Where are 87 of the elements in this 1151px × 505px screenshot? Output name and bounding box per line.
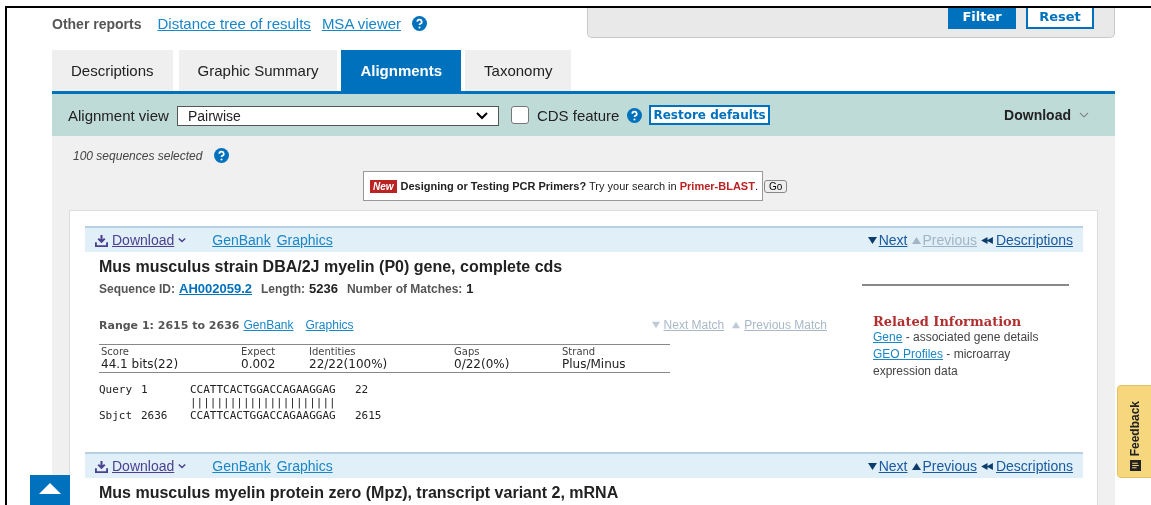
sequence-position: 22 — [355, 383, 369, 396]
stat-value: 0/22(0%) — [454, 357, 511, 371]
tab[interactable]: Taxonomy — [465, 50, 572, 91]
triangle-up-icon — [732, 321, 741, 329]
stat-name: Expect — [241, 346, 277, 357]
download-icon — [95, 233, 108, 247]
filter-button[interactable]: Filter — [948, 8, 1016, 29]
stat-name: Gaps — [454, 346, 481, 357]
sequence-position: 2636 — [141, 409, 168, 422]
meta-label: Sequence ID: — [99, 282, 176, 296]
tab[interactable]: Alignments — [341, 50, 462, 91]
cds-feature-label: CDS feature — [536, 106, 620, 124]
stat-value: Plus/Minus — [562, 357, 626, 371]
sequence-text: CCATTCACTGGACCAGAAGGAG — [190, 409, 337, 422]
selected-count: 100 sequences selected — [73, 148, 203, 163]
chevron-down-icon — [178, 237, 187, 243]
record-link[interactable]: Graphics — [276, 232, 333, 248]
report-link[interactable]: MSA viewer — [321, 15, 402, 32]
record-link[interactable]: Graphics — [276, 458, 333, 474]
stat-value: 0.002 — [241, 357, 277, 371]
triangle-up-icon — [911, 235, 921, 245]
alignment-view-select[interactable]: Pairwise — [176, 106, 499, 126]
range-label: Range 1: 2615 to 2636 — [99, 319, 240, 332]
report-link[interactable]: Distance tree of results — [157, 15, 311, 32]
nav-link[interactable]: Descriptions — [980, 458, 1073, 474]
download-icon — [95, 459, 108, 473]
download-link[interactable]: Download — [95, 458, 187, 474]
triangle-up-icon — [911, 461, 921, 471]
nav-link[interactable]: Next — [867, 232, 908, 248]
go-button[interactable]: Go — [763, 179, 788, 193]
range-link[interactable]: Graphics — [305, 318, 354, 332]
related-title: Related Information — [873, 314, 1023, 329]
sequence-title: Mus musculus strain DBA/2J myelin (P0) gene, complete cds — [98, 257, 564, 276]
record-link[interactable]: GenBank — [212, 232, 271, 248]
double-triangle-left-icon — [980, 235, 994, 245]
sequence-text: CCATTCACTGGACCAGAAGGAG — [190, 383, 337, 396]
stat-name: Score — [101, 346, 130, 357]
scroll-up-button[interactable] — [30, 475, 70, 505]
meta-label: Length: — [261, 282, 306, 296]
promo-text: Designing or Testing PCR Primers? Try your search in Primer-BLAST. — [400, 180, 758, 192]
triangle-down-icon — [651, 321, 660, 329]
meta-label: Number of Matches: — [346, 282, 463, 296]
sequence-id-link[interactable]: AH002059.2 — [179, 281, 253, 296]
chevron-down-icon — [178, 463, 187, 469]
meta-value: 5236 — [309, 281, 338, 296]
triangle-down-icon — [867, 461, 877, 471]
sequence-position: 2615 — [355, 409, 382, 422]
restore-defaults-button[interactable]: Restore defaults — [649, 105, 770, 125]
triangle-down-icon — [867, 235, 877, 245]
cds-checkbox[interactable] — [510, 106, 529, 124]
sequence-label: Sbjct — [99, 409, 133, 422]
double-triangle-left-icon — [980, 461, 994, 471]
chevron-down-icon — [1079, 112, 1089, 118]
record-link[interactable]: GenBank — [212, 458, 271, 474]
other-reports-label: Other reports — [52, 16, 142, 32]
help-icon[interactable] — [214, 148, 230, 163]
new-badge: New — [370, 179, 397, 193]
sequence-label: Query — [99, 383, 133, 396]
stat-value: 44.1 bits(22) — [101, 357, 180, 371]
meta-value: 1 — [466, 281, 474, 296]
nav-link[interactable]: Next — [867, 458, 908, 474]
stat-name: Strand — [562, 346, 597, 357]
stat-name: Identities — [309, 346, 357, 357]
help-icon[interactable] — [627, 107, 643, 123]
feedback-button[interactable]: Feedback — [1117, 385, 1151, 478]
related-link[interactable]: Gene — [873, 330, 903, 344]
related-item: GEO Profiles - microarray expression data — [873, 346, 1012, 380]
alignment-view-label: Alignment view — [68, 106, 169, 124]
sequence-title: Mus musculus myelin protein zero (Mpz), transcript variant 2, mRNA — [98, 483, 620, 502]
help-icon[interactable] — [412, 16, 428, 31]
tab[interactable]: Descriptions — [52, 50, 173, 91]
related-item: Gene - associated gene details — [873, 329, 1040, 346]
comment-icon — [1129, 460, 1141, 471]
nav-link[interactable]: Descriptions — [980, 232, 1073, 248]
filter-button[interactable]: Reset — [1026, 8, 1094, 29]
sequence-text: |||||||||||||||||||||| — [190, 396, 337, 409]
download-menu[interactable]: Download — [998, 106, 1095, 124]
related-link[interactable]: GEO Profiles — [873, 347, 944, 361]
sequence-position: 1 — [141, 383, 148, 396]
primer-blast-link[interactable]: Primer-BLAST — [679, 180, 755, 192]
download-link[interactable]: Download — [95, 232, 187, 248]
nav-link[interactable]: Previous — [911, 458, 977, 474]
range-link[interactable]: GenBank — [243, 318, 294, 332]
tab[interactable]: Graphic Summary — [178, 50, 338, 91]
arrow-up-icon — [39, 483, 61, 494]
stat-value: 22/22(100%) — [309, 357, 389, 371]
chevron-down-icon — [475, 112, 488, 120]
